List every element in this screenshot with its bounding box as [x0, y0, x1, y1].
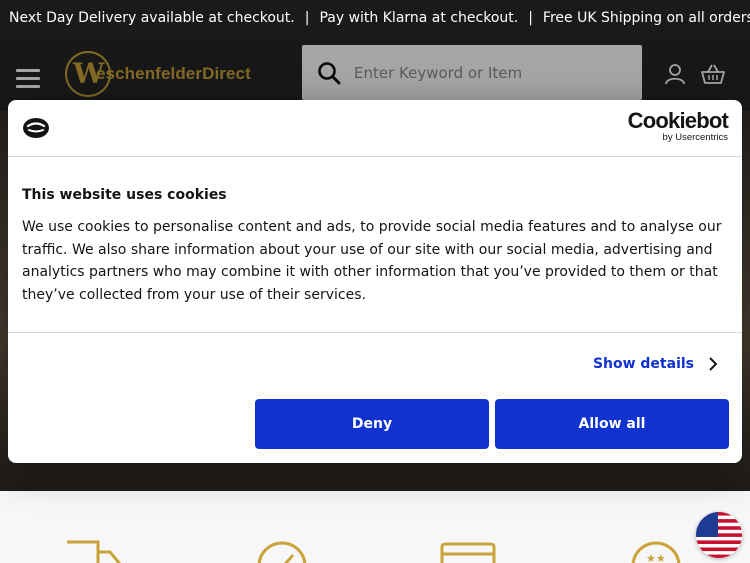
- promo-separator: |: [304, 10, 310, 26]
- brand-subtitle: by Usercentrics: [662, 132, 728, 143]
- show-details-label: Show details: [592, 356, 694, 372]
- promo-item-klarna: Pay with Klarna at checkout.: [319, 10, 519, 26]
- promo-item-delivery: Next Day Delivery available at checkout.: [9, 10, 295, 26]
- promo-separator: |: [528, 10, 533, 26]
- deny-button[interactable]: Deny: [255, 399, 489, 449]
- cookie-consent-dialog: Cookiebot by Usercentrics This website u…: [8, 100, 742, 463]
- chevron-right-icon: [709, 357, 718, 371]
- dialog-title: This website uses cookies: [22, 187, 227, 203]
- allow-all-button[interactable]: Allow all: [495, 399, 729, 449]
- delivery-truck-icon: [67, 540, 122, 563]
- dialog-text: We use cookies to personalise content an…: [22, 219, 722, 303]
- star-rating-icon: ★★: [631, 541, 681, 563]
- dialog-header: Cookiebot by Usercentrics: [8, 100, 742, 157]
- cookiebot-logo[interactable]: Cookiebot by Usercentrics: [627, 108, 729, 143]
- show-details-link[interactable]: Show details: [593, 356, 718, 372]
- promo-item-shipping: Free UK Shipping on all orders over £100…: [542, 10, 750, 26]
- svg-text:★★: ★★: [646, 552, 666, 563]
- credit-card-icon: [440, 542, 496, 563]
- dialog-body: This website uses cookies We use cookies…: [8, 157, 742, 333]
- brand-name: Cookiebot: [627, 108, 729, 133]
- check-circle-icon: [257, 541, 307, 563]
- cookie-icon: [23, 118, 49, 138]
- promo-bar: Next Day Delivery available at checkout.…: [0, 0, 750, 36]
- us-flag-icon[interactable]: [696, 512, 742, 558]
